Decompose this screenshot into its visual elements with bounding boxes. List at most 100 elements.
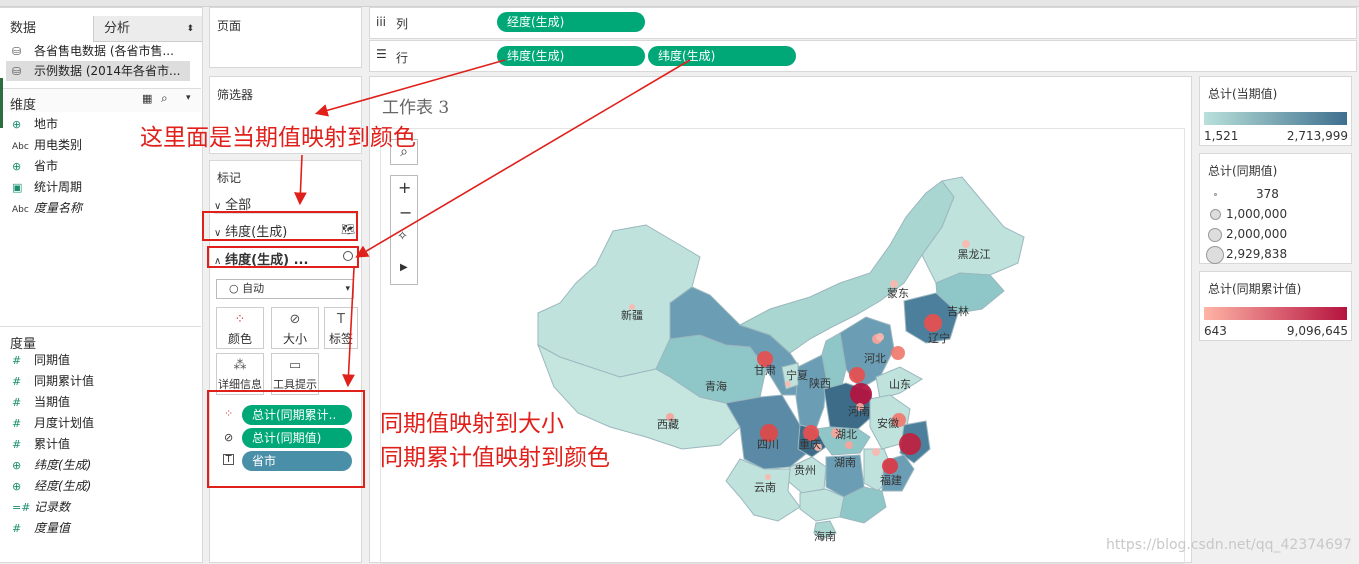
size-item: 2,000,000 [1204, 224, 1344, 244]
size-card[interactable]: ⊘ 大小 [271, 307, 319, 349]
province-label: 湖北 [835, 428, 857, 441]
top-toolbar-strip [0, 0, 1359, 7]
measure-field[interactable]: ⊕ 经度(生成) [12, 476, 91, 496]
map-bubble[interactable] [882, 458, 898, 474]
region-shaanxi[interactable] [795, 354, 827, 430]
globe-icon: ⊕ [12, 459, 22, 472]
dimension-field[interactable]: ▣ 统计周期 [12, 177, 82, 197]
mark-type-dropdown[interactable]: ○ 自动 ▾ [216, 279, 354, 299]
tab-data[interactable]: 数据 [0, 16, 94, 42]
legend-max: 2,713,999 [1286, 129, 1348, 143]
size-item: 2,929,838 [1204, 244, 1344, 264]
dimension-field[interactable]: ⊕ 省市 [12, 156, 58, 176]
label-card[interactable]: T 标签 [324, 307, 358, 349]
pages-shelf[interactable]: 页面 [209, 7, 362, 68]
columns-shelf[interactable]: iii 列 经度(生成) [369, 7, 1357, 39]
dimension-field[interactable]: Abc 度量名称 [12, 198, 82, 218]
datasource-item[interactable]: ⛁ 各省售电数据 (各省市售... [12, 41, 174, 61]
province-label: 海南 [814, 529, 836, 543]
datasource-item-selected[interactable]: ⛁ 示例数据 (2014年各省市... [6, 61, 190, 81]
tooltip-icon: ▭ [288, 358, 302, 373]
legend-color-cumulative[interactable]: 总计(同期累计值) 643 9,096,645 [1199, 271, 1352, 341]
chevron-down-icon[interactable]: ▾ [186, 93, 191, 103]
marks-title: 标记 [217, 171, 242, 185]
map-bubble[interactable] [899, 433, 921, 455]
province-label: 四川 [757, 438, 779, 451]
map-bubble[interactable] [962, 240, 970, 248]
legend-min: 1,521 [1204, 129, 1239, 143]
database-icon: ⛁ [12, 45, 22, 58]
map-bubble[interactable] [891, 346, 905, 360]
province-label: 黑龙江 [958, 248, 991, 261]
rows-shelf[interactable]: ☰ 行 纬度(生成) 纬度(生成) [369, 40, 1357, 72]
province-label: 陕西 [809, 376, 831, 390]
side-handle[interactable] [0, 78, 3, 128]
legend-size[interactable]: 总计(同期值) 378 1,000,000 2,000,000 2,929,83… [1199, 153, 1352, 264]
province-label: 贵州 [794, 464, 816, 477]
measure-field[interactable]: # 月度计划值 [12, 413, 94, 433]
color-icon: ⁘ [234, 312, 246, 327]
database-check-icon: ⛁ [12, 65, 22, 78]
measure-field[interactable]: =# 记录数 [12, 497, 70, 517]
province-label: 湖南 [834, 456, 856, 469]
region-guangxi[interactable] [799, 488, 845, 522]
measure-field[interactable]: # 同期值 [12, 350, 70, 370]
worksheet-canvas: 工作表 3 ⌕ + − ✧ ▶ 黑龙江 吉林 辽宁 蒙东 新疆 甘肃 宁夏 陕西… [369, 76, 1192, 564]
columns-pill[interactable]: 经度(生成) [497, 12, 645, 32]
province-label: 重庆 [799, 437, 821, 451]
string-icon: Abc [12, 142, 29, 152]
dimension-field[interactable]: Abc 用电类别 [12, 135, 82, 155]
calendar-icon: ▣ [12, 181, 23, 194]
annotation-color-note: 这里面是当期值映射到颜色 [140, 125, 416, 151]
map-bubble[interactable] [765, 474, 771, 480]
province-label: 蒙东 [887, 287, 909, 300]
measure-field[interactable]: # 同期累计值 [12, 371, 94, 391]
annotation-size-note: 同期值映射到大小 [380, 411, 564, 437]
province-label: 河北 [864, 352, 886, 365]
measure-field[interactable]: # 累计值 [12, 434, 70, 454]
map-bubble[interactable] [872, 448, 880, 456]
size-item: 378 [1204, 184, 1344, 204]
map-bubble[interactable] [845, 441, 853, 449]
highlight-box-encodings [207, 390, 365, 488]
measure-field[interactable]: # 度量值 [12, 518, 70, 538]
legend-title: 总计(同期值) [1208, 164, 1278, 178]
rows-pill-1[interactable]: 纬度(生成) [497, 46, 645, 66]
dimensions-header: 维度 ▦ ⌕ ▾ [0, 88, 201, 113]
columns-icon: iii [376, 15, 387, 29]
dimension-field[interactable]: ⊕ 地市 [12, 114, 58, 134]
map-bubble[interactable] [850, 383, 872, 405]
province-label: 吉林 [947, 304, 969, 318]
legend-color-current[interactable]: 总计(当期值) 1,521 2,713,999 [1199, 76, 1352, 146]
legend-gradient-current [1204, 112, 1347, 125]
watermark: https://blog.csdn.net/qq_42374697 [1106, 537, 1352, 553]
tab-analysis[interactable]: 分析 ⬍ [94, 16, 202, 42]
province-label: 宁夏 [786, 368, 808, 382]
data-pane: 数据 分析 ⬍ ⛁ 各省售电数据 (各省市售... ⛁ 示例数据 (2014年各省市.… [0, 7, 203, 563]
map-bubble[interactable] [924, 314, 942, 332]
province-label: 青海 [705, 379, 727, 393]
view-grid-icon[interactable]: ▦ [142, 92, 152, 105]
string-icon: Abc [12, 205, 29, 215]
measures-header: 度量 [0, 326, 201, 352]
legend-title: 总计(当期值) [1208, 87, 1278, 101]
globe-icon: ⊕ [12, 480, 22, 493]
highlight-box-layer2 [207, 246, 359, 268]
tab-sort-icon[interactable]: ⬍ [186, 16, 194, 42]
size-icon: ⊘ [289, 312, 301, 327]
detail-card[interactable]: ⁂ 详细信息 [216, 353, 264, 395]
detail-icon: ⁂ [233, 358, 247, 373]
color-card[interactable]: ⁘ 颜色 [216, 307, 264, 349]
province-label: 辽宁 [928, 331, 950, 345]
annotation-cumulative-note: 同期累计值映射到颜色 [380, 445, 610, 471]
measure-field[interactable]: ⊕ 纬度(生成) [12, 455, 91, 475]
map-bubble[interactable] [849, 367, 865, 383]
rows-pill-2[interactable]: 纬度(生成) [648, 46, 796, 66]
measure-field[interactable]: # 当期值 [12, 392, 70, 412]
tooltip-card[interactable]: ▭ 工具提示 [271, 353, 319, 395]
province-label: 安徽 [877, 416, 899, 430]
province-label: 新疆 [621, 308, 643, 322]
legend-max: 9,096,645 [1286, 324, 1348, 338]
map-bubble[interactable] [876, 333, 884, 341]
search-icon[interactable]: ⌕ [161, 91, 168, 106]
